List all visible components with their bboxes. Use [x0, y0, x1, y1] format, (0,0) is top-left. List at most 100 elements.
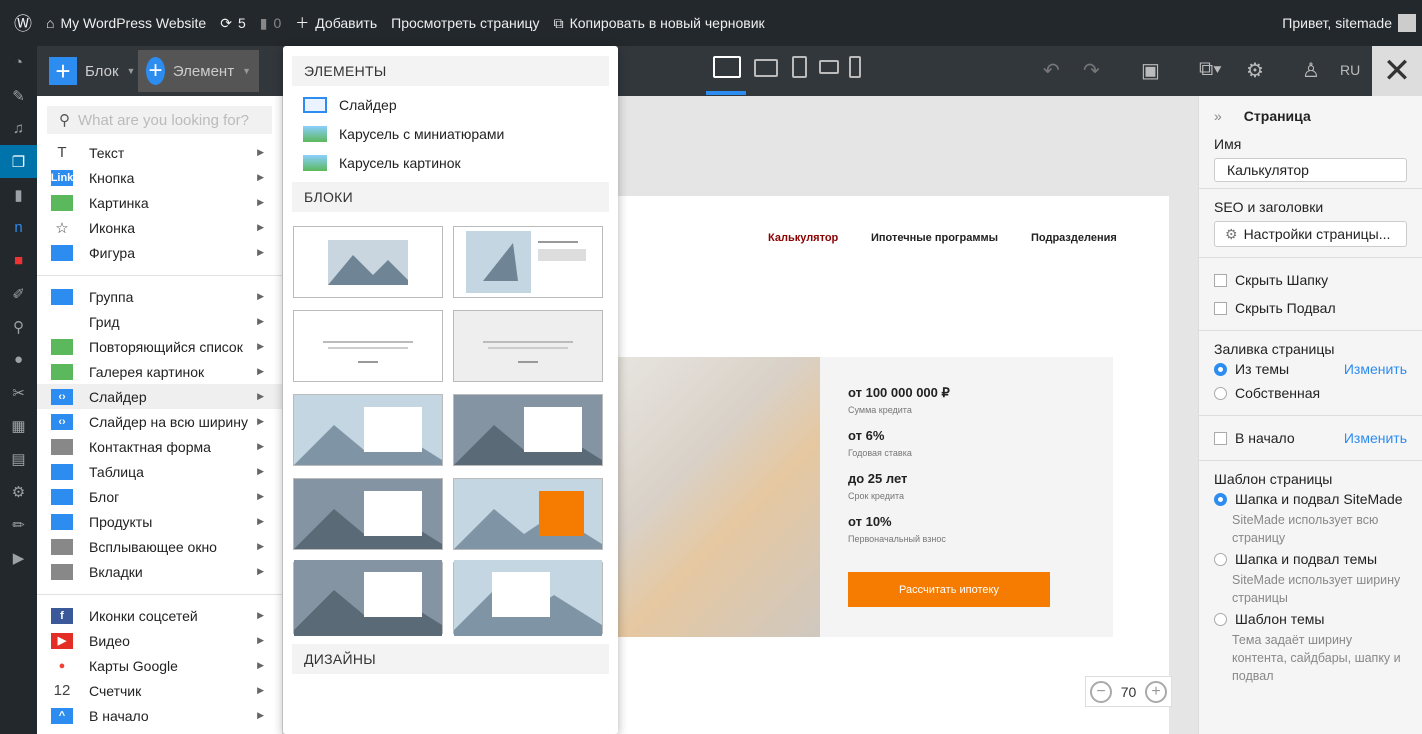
add-block-button[interactable]: + Блок ▼ — [41, 50, 143, 92]
element-item[interactable]: Слайдер — [283, 90, 618, 119]
add-element-button[interactable]: + Элемент ▼ — [138, 50, 259, 92]
menu-item-text[interactable]: T Текст ▶ — [37, 140, 282, 165]
view-page-link[interactable]: Просмотреть страницу — [391, 15, 539, 31]
hide-footer-checkbox[interactable]: Скрыть Подвал — [1214, 296, 1407, 320]
to-top-checkbox[interactable]: В начало Изменить — [1214, 426, 1407, 450]
media-icon[interactable]: ♫ — [0, 112, 37, 145]
table-icon[interactable]: ▤ — [0, 442, 37, 475]
laptop-view-icon[interactable] — [754, 59, 778, 77]
tablet-landscape-view-icon[interactable] — [819, 60, 839, 74]
fill-theme-radio[interactable]: Из темы Изменить — [1214, 357, 1407, 381]
comment-icon: ▮ — [259, 14, 268, 31]
brush-icon[interactable]: ✏ — [0, 508, 37, 541]
add-new-link[interactable]: ＋ Добавить — [295, 13, 377, 33]
template-radio[interactable]: Шапка и подвал SiteMade — [1214, 487, 1407, 511]
template-radio[interactable]: Шапка и подвал темы — [1214, 547, 1407, 571]
settings-icon[interactable]: ⚙ — [0, 475, 37, 508]
menu-item-group[interactable]: Группа ▶ — [37, 284, 282, 309]
site-name-link[interactable]: ⌂ My WordPress Website — [46, 15, 206, 31]
menu-item-slider[interactable]: ‹› Слайдер ▶ — [37, 384, 282, 409]
nav-link-divisions[interactable]: Подразделения — [1031, 232, 1117, 244]
element-item[interactable]: Карусель с миниатюрами — [283, 119, 618, 148]
close-editor-button[interactable]: ✕ — [1372, 46, 1422, 96]
panel-title: Страница — [1243, 108, 1311, 124]
menu-item-scroll-top[interactable]: ^ В начало ▶ — [37, 703, 282, 728]
page-settings-button[interactable]: ⚙ Настройки страницы... — [1214, 221, 1407, 247]
block-template-thumbnail[interactable] — [293, 478, 443, 550]
plugins-icon[interactable]: ⚲ — [0, 310, 37, 343]
menu-item-gallery[interactable]: Галерея картинок ▶ — [37, 359, 282, 384]
block-template-thumbnail[interactable] — [453, 310, 603, 382]
save-icon[interactable]: ▣ — [1141, 58, 1160, 83]
change-to-top-link[interactable]: Изменить — [1344, 430, 1407, 446]
language-button[interactable]: RU — [1340, 62, 1360, 78]
menu-item-tabs[interactable]: Вкладки ▶ — [37, 559, 282, 584]
zoom-out-icon[interactable]: − — [1090, 680, 1112, 703]
menu-item-social[interactable]: f Иконки соцсетей ▶ — [37, 603, 282, 628]
block-template-thumbnail[interactable] — [293, 394, 443, 466]
menu-item-star[interactable]: ☆ Иконка ▶ — [37, 215, 282, 240]
search-input[interactable]: ⚲ What are you looking for? — [47, 106, 272, 134]
fill-label: Заливка страницы — [1214, 341, 1335, 357]
block-template-thumbnail[interactable] — [293, 310, 443, 382]
user-icon[interactable]: ♙ — [1302, 58, 1320, 83]
menu-item-repeater[interactable]: Повторяющийся список ▶ — [37, 334, 282, 359]
menu-item-form[interactable]: Контактная форма ▶ — [37, 434, 282, 459]
menu-item-table[interactable]: Таблица ▶ — [37, 459, 282, 484]
block-template-thumbnail[interactable] — [453, 478, 603, 550]
gear-icon[interactable]: ⚙ — [1246, 58, 1264, 83]
comments-link[interactable]: ▮ 0 — [260, 15, 282, 32]
chevron-right-icon: ▶ — [257, 391, 264, 401]
menu-item-fullwidth-slider[interactable]: ‹› Слайдер на всю ширину ▶ — [37, 409, 282, 434]
menu-item-blog[interactable]: Блог ▶ — [37, 484, 282, 509]
block-template-thumbnail[interactable] — [293, 226, 443, 298]
desktop-view-icon[interactable] — [713, 56, 741, 78]
redo-icon[interactable]: ↷ — [1083, 58, 1100, 83]
nav-link-calculator[interactable]: Калькулятор — [768, 232, 838, 244]
menu-item-counter[interactable]: 12 Счетчик ▶ — [37, 678, 282, 703]
pin-icon[interactable]: ✎ — [0, 79, 37, 112]
sitemade-icon[interactable]: ■ — [0, 244, 37, 277]
zoom-in-icon[interactable]: + — [1144, 680, 1167, 703]
copy-draft-link[interactable]: ⧉ Копировать в новый черновик — [554, 15, 765, 32]
menu-item-image[interactable]: Картинка ▶ — [37, 190, 282, 215]
block-template-thumbnail[interactable] — [453, 394, 603, 466]
plugin-n-icon[interactable]: n — [0, 211, 37, 244]
undo-icon[interactable]: ↶ — [1043, 58, 1060, 83]
appearance-icon[interactable]: ✐ — [0, 277, 37, 310]
menu-item-map-pin[interactable]: ● Карты Google ▶ — [37, 653, 282, 678]
wordpress-logo-icon[interactable]: Ⓦ — [14, 10, 32, 36]
menu-item-link-button[interactable]: Link Кнопка ▶ — [37, 165, 282, 190]
updates-link[interactable]: ⟳ 5 — [220, 15, 246, 32]
preview-icon[interactable]: ⧉▾ — [1199, 58, 1222, 81]
nav-link-programs[interactable]: Ипотечные программы — [871, 232, 998, 244]
fill-own-radio[interactable]: Собственная — [1214, 381, 1407, 405]
calculate-mortgage-button[interactable]: Рассчитать ипотеку — [848, 572, 1050, 607]
page-name-input[interactable]: Калькулятор — [1214, 158, 1407, 182]
play-icon[interactable]: ▶ — [0, 541, 37, 574]
menu-item-shape[interactable]: Фигура ▶ — [37, 240, 282, 265]
menu-item-popup[interactable]: Всплывающее окно ▶ — [37, 534, 282, 559]
block-template-thumbnail[interactable] — [293, 560, 443, 636]
menu-item-grid[interactable]: Грид ▶ — [37, 309, 282, 334]
pages-icon[interactable]: ❐ — [0, 145, 37, 178]
radio — [1214, 386, 1227, 400]
element-item[interactable]: Карусель картинок — [283, 148, 618, 177]
block-template-thumbnail[interactable] — [453, 560, 603, 636]
tablet-view-icon[interactable] — [792, 56, 807, 78]
template-radio[interactable]: Шаблон темы — [1214, 607, 1407, 631]
mobile-view-icon[interactable] — [849, 56, 861, 78]
hide-header-checkbox[interactable]: Скрыть Шапку — [1214, 268, 1407, 292]
change-fill-link[interactable]: Изменить — [1344, 361, 1407, 377]
dashboard-icon[interactable]: ◔ — [0, 46, 37, 79]
hero-block[interactable]: от 100 000 000 ₽ Сумма кредита от 6% Годова… — [600, 357, 1113, 637]
users-icon[interactable]: ● — [0, 343, 37, 376]
comments-icon[interactable]: ▮ — [0, 178, 37, 211]
user-greeting[interactable]: Привет, sitemade — [1282, 14, 1416, 32]
menu-item-youtube[interactable]: ▶ Видео ▶ — [37, 628, 282, 653]
block-template-thumbnail[interactable] — [453, 226, 603, 298]
collapse-panel-icon[interactable]: » — [1214, 108, 1222, 124]
tools-icon[interactable]: ✂ — [0, 376, 37, 409]
import-icon[interactable]: ▦ — [0, 409, 37, 442]
menu-item-products[interactable]: Продукты ▶ — [37, 509, 282, 534]
